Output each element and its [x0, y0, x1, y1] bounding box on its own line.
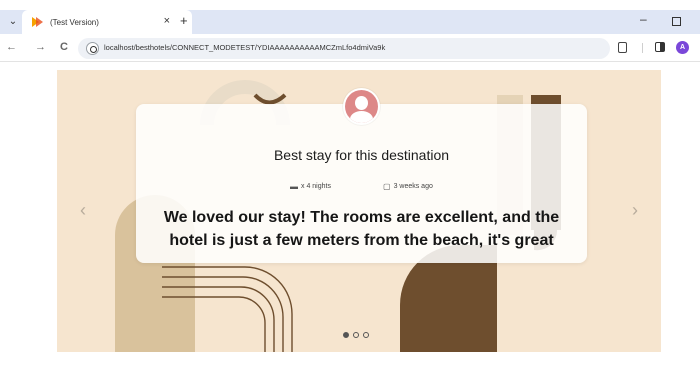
minimize-button[interactable]: – [640, 12, 647, 26]
tab-strip: ⌄ (Test Version) × + – [0, 10, 700, 34]
user-icon [345, 90, 378, 123]
review-card: Best stay for this destination ▬ x 4 nig… [136, 104, 587, 263]
forward-arrow-icon[interactable]: → [35, 41, 46, 53]
back-arrow-icon[interactable]: ← [6, 41, 17, 53]
profile-avatar[interactable]: A [676, 41, 689, 54]
address-bar[interactable]: localhost/besthotels/CONNECT_MODETEST/YD… [78, 38, 610, 59]
browser-toolbar: ← → C localhost/besthotels/CONNECT_MODET… [0, 34, 700, 62]
chevron-down-icon[interactable]: ⌄ [6, 14, 20, 28]
bed-icon: ▬ [290, 181, 298, 191]
carousel-prev-button[interactable]: ‹ [80, 200, 86, 221]
extensions-icon[interactable] [618, 42, 627, 53]
browser-window: ⌄ (Test Version) × + – ← → C localhost/b… [0, 0, 700, 370]
new-tab-button[interactable]: + [180, 13, 188, 28]
site-info-icon[interactable] [86, 42, 99, 55]
side-panel-icon[interactable] [655, 42, 665, 52]
toolbar-divider [642, 43, 643, 53]
stay-length-text: x 4 nights [301, 182, 331, 190]
close-icon[interactable]: × [164, 15, 170, 27]
favicon-icon [32, 16, 44, 28]
carousel-dot[interactable] [363, 332, 369, 338]
browser-tab[interactable]: (Test Version) × [22, 10, 192, 34]
posted-date-text: 3 weeks ago [393, 182, 433, 190]
calendar-icon: ▢ [383, 181, 391, 191]
page-content: ‹ › Best stay for this destination ▬ x 4… [0, 63, 700, 370]
carousel-indicators [343, 332, 369, 338]
review-heading: Best stay for this destination [273, 147, 450, 163]
carousel-dot[interactable] [353, 332, 359, 338]
reload-icon[interactable]: C [60, 41, 68, 53]
url-text[interactable]: localhost/besthotels/CONNECT_MODETEST/YD… [104, 43, 385, 52]
review-quote: We loved our stay! The rooms are excelle… [163, 209, 560, 249]
carousel-next-button[interactable]: › [632, 200, 638, 221]
tab-title: (Test Version) [50, 17, 99, 27]
reviewer-avatar [343, 88, 380, 125]
posted-date-badge: ▢ 3 weeks ago [383, 180, 433, 192]
stay-length-badge: ▬ x 4 nights [290, 180, 331, 192]
maximize-button[interactable] [672, 17, 681, 26]
carousel-dot[interactable] [343, 332, 349, 338]
